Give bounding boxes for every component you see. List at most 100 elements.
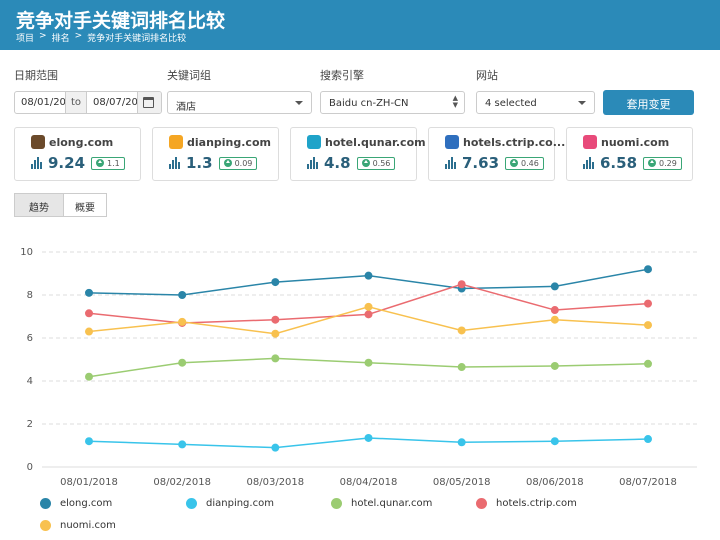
legend-swatch <box>331 498 342 509</box>
tab-summary[interactable]: 概要 <box>63 193 107 217</box>
y-tick-label: 2 <box>27 419 33 430</box>
legend-label: dianping.com <box>206 498 274 509</box>
data-point[interactable] <box>271 278 280 287</box>
data-point[interactable] <box>364 271 373 280</box>
data-point[interactable] <box>457 438 466 447</box>
arrow-up-icon <box>361 159 370 167</box>
site-logo-icon <box>583 135 597 149</box>
competitor-site-name: elong.com <box>49 135 114 149</box>
data-point[interactable] <box>550 361 559 370</box>
arrow-up-icon <box>96 159 105 167</box>
y-tick-label: 0 <box>27 462 33 473</box>
data-point[interactable] <box>271 354 280 363</box>
y-tick-label: 4 <box>27 376 33 387</box>
competitor-metric: 4.8 0.56 <box>307 154 396 172</box>
search-engine-select[interactable]: Baidu cn-ZH-CN ▲ ▼ <box>320 91 465 114</box>
data-point[interactable] <box>550 306 559 315</box>
data-point[interactable] <box>644 359 652 368</box>
date-to-input[interactable]: 08/07/2018 <box>87 92 137 113</box>
data-point[interactable] <box>550 437 559 446</box>
competitor-site: hotel.qunar.com <box>307 135 426 149</box>
competitor-card[interactable]: hotels.ctrip.co... 7.63 0.46 <box>428 127 565 181</box>
y-tick-label: 10 <box>20 247 33 258</box>
data-point[interactable] <box>178 440 187 449</box>
data-point[interactable] <box>271 443 280 452</box>
breadcrumb-item-current: 竞争对手关键词排名比较 <box>87 34 187 44</box>
y-tick-label: 6 <box>27 333 33 344</box>
date-to-separator: to <box>65 92 87 113</box>
legend-item[interactable]: elong.com <box>40 498 112 509</box>
apply-changes-button[interactable]: 套用变更 <box>603 90 694 115</box>
legend-swatch <box>476 498 487 509</box>
data-point[interactable] <box>178 358 187 367</box>
data-point[interactable] <box>85 437 93 446</box>
bar-chart-icon <box>445 157 456 169</box>
change-badge: 0.46 <box>505 156 544 170</box>
data-point[interactable] <box>644 265 652 274</box>
data-point[interactable] <box>457 326 466 335</box>
bar-chart-icon <box>31 157 42 169</box>
ranking-trend-chart: 0 2 4 6 8 10 08/01/2018 08/02/2018 08/03/2018 08/… <box>20 247 697 488</box>
change-value: 0.09 <box>234 158 253 168</box>
data-point[interactable] <box>364 433 373 442</box>
x-tick-label: 08/06/2018 <box>526 477 584 488</box>
date-range-picker: 08/01/2018 to 08/07/2018 <box>14 91 162 114</box>
x-tick-label: 08/04/2018 <box>340 477 398 488</box>
x-tick-label: 08/05/2018 <box>433 477 491 488</box>
legend-item[interactable]: nuomi.com <box>40 520 116 531</box>
data-point[interactable] <box>364 310 373 319</box>
competitor-card[interactable]: hotel.qunar.com 4.8 0.56 <box>290 127 426 181</box>
competitor-site-name: nuomi.com <box>601 135 670 149</box>
data-point[interactable] <box>550 282 559 291</box>
legend-item[interactable]: hotels.ctrip.com <box>476 498 577 509</box>
tab-trend[interactable]: 趋势 <box>14 193 64 217</box>
data-point[interactable] <box>644 435 652 444</box>
data-point[interactable] <box>457 280 466 289</box>
data-point[interactable] <box>85 288 93 297</box>
data-point[interactable] <box>644 321 652 330</box>
calendar-button[interactable] <box>137 92 161 113</box>
legend-item[interactable]: hotel.qunar.com <box>331 498 432 509</box>
data-point[interactable] <box>364 302 373 311</box>
legend-label: nuomi.com <box>60 520 116 531</box>
site-logo-icon <box>307 135 321 149</box>
competitor-card[interactable]: dianping.com 1.3 0.09 <box>152 127 279 181</box>
calendar-icon <box>143 97 154 108</box>
legend-swatch <box>186 498 197 509</box>
competitor-site: elong.com <box>31 135 113 149</box>
data-point[interactable] <box>271 329 280 338</box>
breadcrumb: 项目 > 排名 > 竞争对手关键词排名比较 <box>16 31 186 44</box>
competitor-avg-rank: 4.8 <box>324 154 351 172</box>
date-from-input[interactable]: 08/01/2018 <box>15 92 65 113</box>
data-point[interactable] <box>550 315 559 324</box>
data-point[interactable] <box>85 372 93 381</box>
data-point[interactable] <box>457 363 466 372</box>
data-point[interactable] <box>644 299 652 308</box>
competitor-site: nuomi.com <box>583 135 669 149</box>
change-badge: 1.1 <box>91 156 125 170</box>
chevron-down-icon <box>578 101 586 105</box>
change-value: 0.46 <box>521 158 539 168</box>
arrow-up-icon <box>510 159 519 167</box>
competitor-site-name: dianping.com <box>187 135 271 149</box>
data-point[interactable] <box>271 315 280 324</box>
search-engine-label: 搜索引擎 <box>320 69 364 82</box>
select-arrows-icon: ▲ ▼ <box>452 94 458 109</box>
data-point[interactable] <box>364 358 373 367</box>
data-point[interactable] <box>85 309 93 318</box>
breadcrumb-item-project[interactable]: 项目 <box>16 31 34 44</box>
keyword-group-select[interactable]: 酒店 <box>167 91 312 114</box>
change-value: 0.56 <box>372 158 391 168</box>
data-point[interactable] <box>85 327 93 336</box>
competitor-card[interactable]: elong.com 9.24 1.1 <box>14 127 141 181</box>
legend-item[interactable]: dianping.com <box>186 498 274 509</box>
data-point[interactable] <box>178 317 187 326</box>
competitor-metric: 7.63 0.46 <box>445 154 544 172</box>
data-point[interactable] <box>178 291 187 299</box>
competitor-card[interactable]: nuomi.com 6.58 0.29 <box>566 127 693 181</box>
change-value: 0.29 <box>659 158 677 168</box>
website-multiselect[interactable]: 4 selected <box>476 91 595 114</box>
breadcrumb-item-rank[interactable]: 排名 <box>52 31 70 44</box>
legend-label: hotel.qunar.com <box>351 498 433 509</box>
x-tick-label: 08/01/2018 <box>60 477 118 488</box>
